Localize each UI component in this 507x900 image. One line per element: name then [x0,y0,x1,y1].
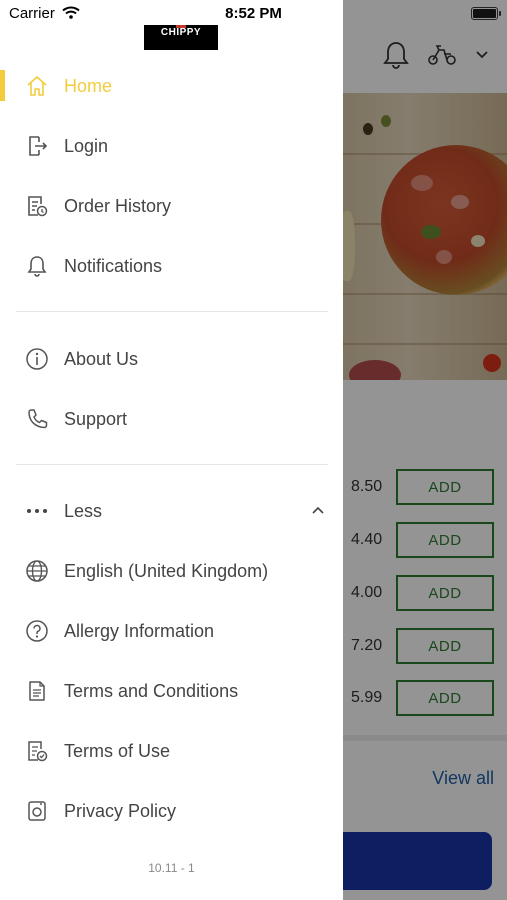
navigation-drawer: CHIPPY Home Login Order History Notifica… [0,0,343,900]
menu-label: Terms and Conditions [64,680,239,701]
document-icon [24,678,50,704]
menu-label: English (United Kingdom) [64,560,269,581]
phone-icon [24,406,50,432]
menu-label: Login [64,135,109,156]
menu-label: Allergy Information [64,620,215,641]
order-history-icon [24,193,50,219]
menu-item-privacy-policy[interactable]: Privacy Policy [0,786,343,836]
status-time: 8:52 PM [225,5,282,22]
menu-label: Terms of Use [64,740,171,761]
bell-icon [24,253,50,279]
status-bar: Carrier 8:52 PM [0,0,507,26]
battery-icon [471,7,501,20]
menu-label: Order History [64,195,172,216]
question-circle-icon [24,618,50,644]
chevron-up-icon [311,503,325,522]
login-icon [24,133,50,159]
brand-logo: CHIPPY [144,25,218,50]
menu-item-home[interactable]: Home [0,61,343,111]
home-icon [24,73,50,99]
menu-label: Home [64,75,113,96]
menu-item-notifications[interactable]: Notifications [0,241,343,291]
document-check-icon [24,738,50,764]
menu-item-about-us[interactable]: About Us [0,334,343,384]
menu-divider [16,311,328,312]
privacy-icon [24,798,50,824]
app-version: 10.11 - 1 [148,861,195,875]
menu-item-support[interactable]: Support [0,394,343,444]
menu-item-terms-and-conditions[interactable]: Terms and Conditions [0,666,343,716]
menu-label: Less [64,500,103,521]
menu-label: Notifications [64,255,163,276]
more-dots-icon [24,498,50,524]
menu-label: Privacy Policy [64,800,177,821]
menu-label: Support [64,408,128,429]
menu-item-terms-of-use[interactable]: Terms of Use [0,726,343,776]
menu-item-login[interactable]: Login [0,121,343,171]
menu-item-order-history[interactable]: Order History [0,181,343,231]
globe-icon [24,558,50,584]
menu-item-allergy-information[interactable]: Allergy Information [0,606,343,656]
menu-label: About Us [64,348,139,369]
menu-item-less-toggle[interactable]: Less [0,486,343,536]
menu-item-language[interactable]: English (United Kingdom) [0,546,343,596]
info-icon [24,346,50,372]
menu-divider [16,464,328,465]
